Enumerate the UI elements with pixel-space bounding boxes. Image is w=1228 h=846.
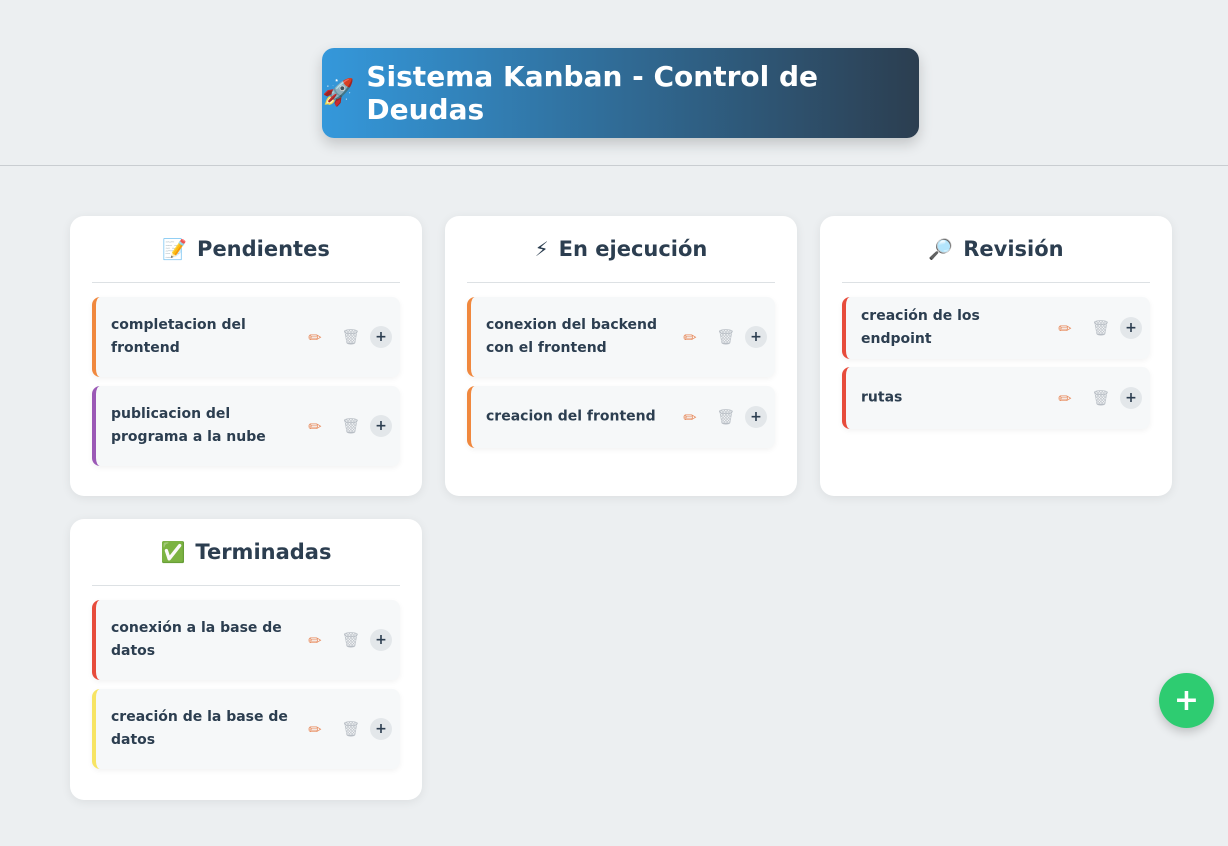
task-card[interactable]: creación de los endpoint ✏ 🗑 + [842,297,1150,359]
magnifier-icon: 🔎 [928,237,954,261]
plus-icon[interactable]: + [370,415,392,437]
task-text: creación de la base de datos [111,709,288,748]
task-text: completacion del frontend [111,317,246,356]
lightning-icon: ⚡ [534,237,549,261]
pencil-icon[interactable]: ✏ [304,718,326,740]
column-title: Pendientes [197,237,330,261]
plus-icon[interactable]: + [745,326,767,348]
task-card[interactable]: conexión a la base de datos ✏ 🗑 + [92,600,400,680]
memo-icon: 📝 [162,237,188,261]
column-header: 📝 Pendientes [92,216,400,283]
pencil-icon[interactable]: ✏ [679,406,701,428]
task-card[interactable]: conexion del backend con el frontend ✏ 🗑… [467,297,775,377]
column-header: 🔎 Revisión [842,216,1150,283]
task-text: publicacion del programa a la nube [111,406,266,445]
pencil-icon[interactable]: ✏ [304,629,326,651]
task-text: conexión a la base de datos [111,620,282,659]
pencil-icon[interactable]: ✏ [304,415,326,437]
column-title: Terminadas [195,540,332,564]
pencil-icon[interactable]: ✏ [304,326,326,348]
trash-icon[interactable]: 🗑 [715,406,737,428]
pencil-icon[interactable]: ✏ [1054,317,1076,339]
trash-icon[interactable]: 🗑 [715,326,737,348]
plus-icon[interactable]: + [1120,317,1142,339]
task-card[interactable]: publicacion del programa a la nube ✏ 🗑 + [92,386,400,466]
task-text: rutas [861,389,903,406]
trash-icon[interactable]: 🗑 [340,326,362,348]
column-title: Revisión [963,237,1064,261]
trash-icon[interactable]: 🗑 [340,629,362,651]
trash-icon[interactable]: 🗑 [1090,317,1112,339]
plus-icon[interactable]: + [745,406,767,428]
checkmark-icon: ✅ [160,540,186,564]
pencil-icon[interactable]: ✏ [1054,387,1076,409]
plus-icon[interactable]: + [370,629,392,651]
trash-icon[interactable]: 🗑 [340,718,362,740]
column-title: En ejecución [558,237,708,261]
plus-icon[interactable]: + [370,718,392,740]
rocket-icon: 🚀 [322,78,355,108]
trash-icon[interactable]: 🗑 [1090,387,1112,409]
column-pendientes: 📝 Pendientes completacion del frontend ✏… [70,216,422,496]
column-terminadas: ✅ Terminadas conexión a la base de datos… [70,519,422,800]
add-task-button[interactable]: + [1159,673,1214,728]
column-en-ejecucion: ⚡ En ejecución conexion del backend con … [445,216,797,496]
task-card[interactable]: creacion del frontend ✏ 🗑 + [467,386,775,448]
task-text: creacion del frontend [486,408,656,425]
task-text: conexion del backend con el frontend [486,317,658,356]
column-header: ✅ Terminadas [92,519,400,586]
task-card[interactable]: completacion del frontend ✏ 🗑 + [92,297,400,377]
pencil-icon[interactable]: ✏ [679,326,701,348]
trash-icon[interactable]: 🗑 [340,415,362,437]
task-card[interactable]: rutas ✏ 🗑 + [842,367,1150,429]
task-card[interactable]: creación de la base de datos ✏ 🗑 + [92,689,400,769]
page-title: Sistema Kanban - Control de Deudas [366,60,819,126]
task-text: creación de los endpoint [861,308,980,347]
plus-icon[interactable]: + [1120,387,1142,409]
header: 🚀 Sistema Kanban - Control de Deudas [0,0,1228,166]
title-banner: 🚀 Sistema Kanban - Control de Deudas [322,48,919,138]
column-revision: 🔎 Revisión creación de los endpoint ✏ 🗑 … [820,216,1172,496]
plus-icon[interactable]: + [370,326,392,348]
column-header: ⚡ En ejecución [467,216,775,283]
